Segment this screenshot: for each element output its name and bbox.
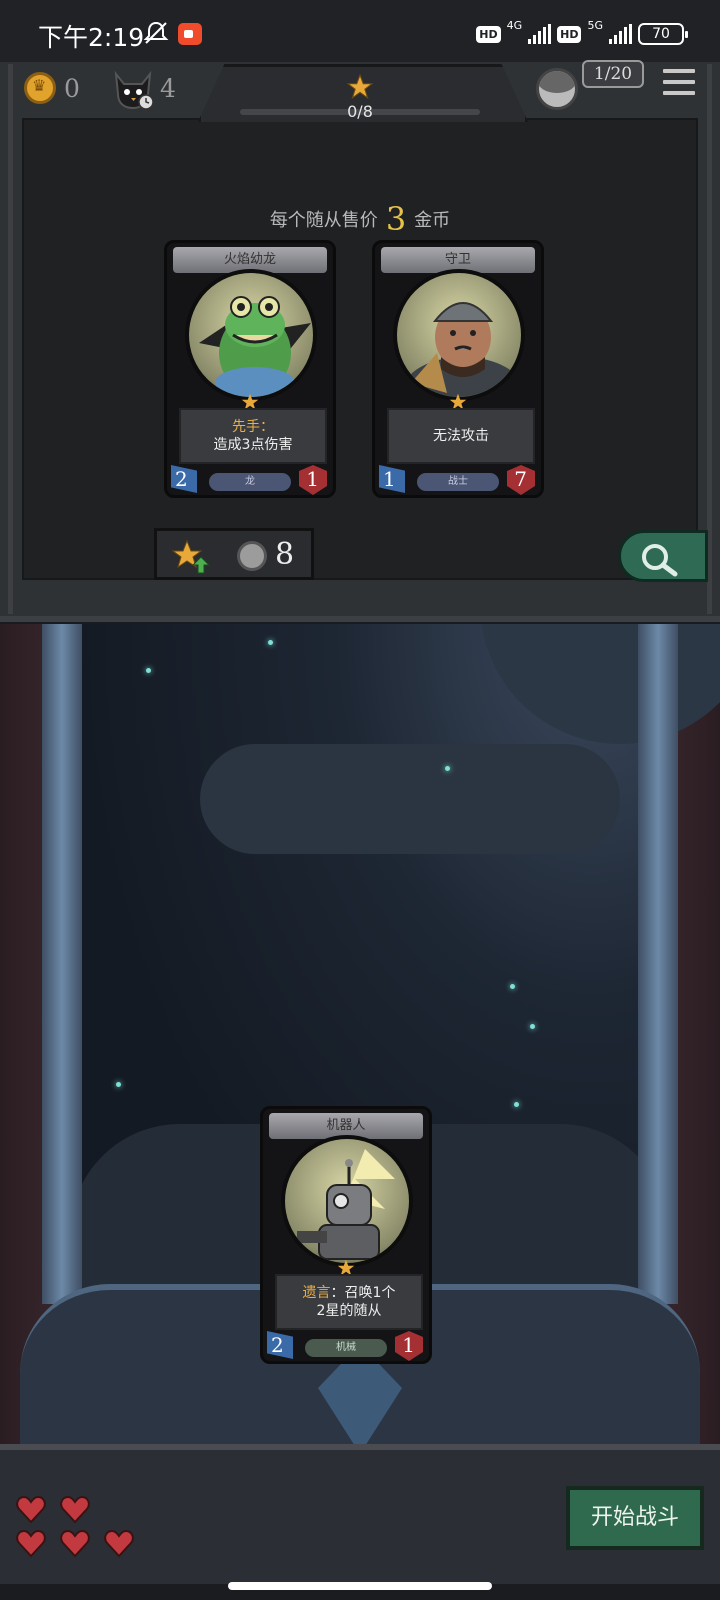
card-text: 造成3点伤害: [213, 437, 293, 453]
shop-area: [22, 118, 698, 580]
battle-board: [0, 624, 720, 1584]
screen-record-icon: [178, 23, 202, 45]
star-upgrade-icon: [171, 539, 211, 574]
card-text-line2: 2星的随从: [316, 1303, 382, 1319]
lives-display: [16, 1496, 156, 1570]
hd-badge-1: HD: [476, 25, 501, 43]
sky-star: [510, 984, 515, 989]
star-progress-label: 0/8: [347, 102, 373, 121]
card-portrait-robot: [281, 1135, 413, 1267]
shop-card[interactable]: 火焰幼龙 先手： 造成3点伤害 2 龙 1: [164, 240, 336, 498]
card-health: 1: [402, 1333, 415, 1357]
mute-icon: [143, 21, 169, 44]
robot-portrait-image: [297, 1149, 395, 1260]
card-portrait-dragon: [185, 269, 317, 401]
sky-star: [116, 1082, 121, 1087]
card-tribe: 战士: [417, 473, 499, 491]
sky-star: [268, 640, 273, 645]
player-avatar[interactable]: [536, 68, 578, 110]
gold-coin-icon: [24, 72, 56, 104]
home-indicator[interactable]: [228, 1582, 492, 1590]
signal-icon-2: [609, 24, 632, 44]
shop-panel: 0/8: [0, 62, 720, 622]
card-keyword: 遗言: [302, 1285, 331, 1301]
sky-star: [514, 1102, 519, 1107]
sell-price-prefix: 每个随从售价: [269, 210, 378, 231]
card-tribe: 龙: [209, 473, 291, 491]
card-portrait-guard: [393, 269, 525, 401]
menu-icon[interactable]: [662, 68, 696, 100]
network-type-2: 5G: [587, 18, 603, 32]
card-tribe: 机械: [305, 1339, 387, 1357]
card-description: 遗言：召唤1个 2星的随从: [275, 1274, 423, 1330]
battery-icon: 70: [638, 23, 688, 45]
gold-count: 0: [64, 74, 80, 103]
heart-icon: [60, 1496, 90, 1524]
heart-icon: [16, 1530, 46, 1558]
heart-icon: [60, 1530, 90, 1558]
shop-card[interactable]: 守卫 无法攻击 1 战士 7: [372, 240, 544, 498]
sell-price-suffix: 金币: [414, 210, 451, 231]
cloud: [200, 744, 620, 854]
left-pillar: [42, 624, 82, 1304]
card-keyword-colon: ：: [330, 1285, 345, 1301]
sky-star: [146, 668, 151, 673]
card-attack: 2: [175, 467, 188, 491]
star-icon: [347, 74, 373, 100]
card-health: 7: [514, 467, 527, 491]
status-indicators: HD 4G HD 5G 70: [476, 18, 688, 48]
board-minion-card[interactable]: 机器人 遗言：召唤1个 2星的随从 2 机械 1: [260, 1106, 432, 1364]
sell-price-value: 3: [385, 200, 407, 238]
network-type-1: 4G: [506, 18, 523, 32]
search-icon: [642, 544, 678, 577]
card-description: 无法攻击: [387, 408, 535, 464]
hd-badge-2: HD: [557, 25, 582, 43]
start-battle-button[interactable]: 开始战斗: [566, 1486, 704, 1550]
status-bar: 下午2:19 HD 4G HD 5G 70: [0, 0, 720, 62]
turn-count: 4: [160, 74, 176, 103]
turn-timer-icon: [114, 70, 154, 110]
card-attack: 2: [271, 1333, 284, 1357]
card-text-line1: 召唤1个: [344, 1285, 396, 1301]
tavern-upgrade-button[interactable]: 8: [154, 528, 314, 580]
players-remaining: 1/20: [582, 60, 644, 88]
status-time: 下午2:19: [38, 23, 145, 52]
sky-star: [530, 1024, 535, 1029]
sell-price-info: 每个随从售价 3 金币: [0, 196, 720, 238]
card-health: 1: [306, 467, 319, 491]
sky-star: [445, 766, 450, 771]
heart-icon: [16, 1496, 46, 1524]
card-attack: 1: [383, 467, 396, 491]
heart-icon: [104, 1530, 134, 1558]
card-description: 先手： 造成3点伤害: [179, 408, 327, 464]
dragon-portrait-image: [199, 296, 311, 397]
signal-icon-1: [528, 24, 552, 44]
upgrade-cost: 8: [275, 537, 295, 572]
search-button[interactable]: [618, 530, 708, 582]
guard-portrait-image: [403, 302, 521, 397]
right-pillar: [638, 624, 678, 1304]
silver-coin-icon: [237, 541, 267, 571]
card-text: 无法攻击: [433, 428, 489, 444]
card-keyword: 先手：: [232, 419, 274, 435]
